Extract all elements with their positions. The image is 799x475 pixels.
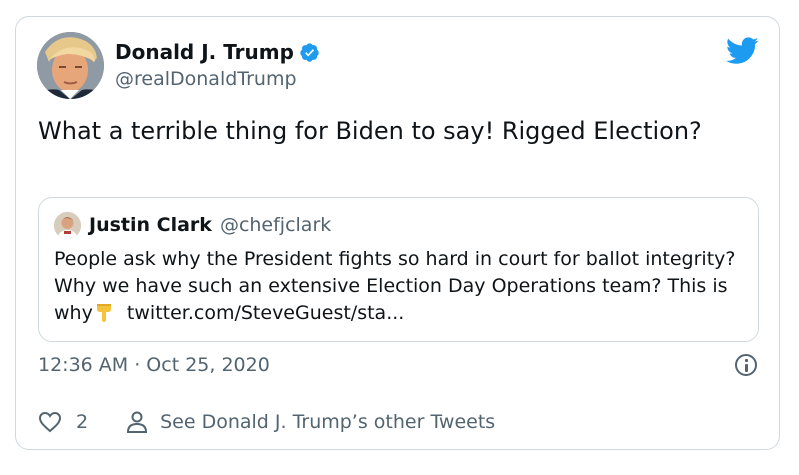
like-count[interactable]: 2 [76,410,88,434]
author-avatar[interactable] [37,32,104,99]
person-icon[interactable] [126,410,148,434]
tweet-text: What a terrible thing for Biden to say! … [38,117,702,145]
info-icon-bar [745,364,748,372]
quoted-tweet-text: People ask why the President fights so h… [54,246,744,327]
pointing-down-hand-icon [96,304,111,322]
verified-badge-icon [300,42,319,62]
quoted-tweet[interactable]: Justin Clark @chefjclark People ask why … [38,197,759,342]
author-handle[interactable]: @realDonaldTrump [115,67,297,91]
quoted-tweet-link[interactable]: twitter.com/SteveGuest/sta... [127,302,404,324]
tweet-actions: 2 See Donald J. Trump’s other Tweets [38,410,495,434]
twitter-bird-icon[interactable] [726,37,759,65]
tweet-card[interactable]: Donald J. Trump @realDonaldTrump What a … [15,16,780,450]
info-icon-dot [745,359,748,362]
quoted-author-name[interactable]: Justin Clark [89,213,212,237]
heart-icon[interactable] [38,411,62,433]
author-name[interactable]: Donald J. Trump [115,39,294,65]
info-icon[interactable] [735,354,757,376]
quoted-author-avatar[interactable] [54,212,81,239]
tweet-timestamp[interactable]: 12:36 AM · Oct 25, 2020 [38,353,270,377]
quoted-author-handle[interactable]: @chefjclark [220,213,331,237]
see-other-tweets-link[interactable]: See Donald J. Trump’s other Tweets [160,410,495,434]
